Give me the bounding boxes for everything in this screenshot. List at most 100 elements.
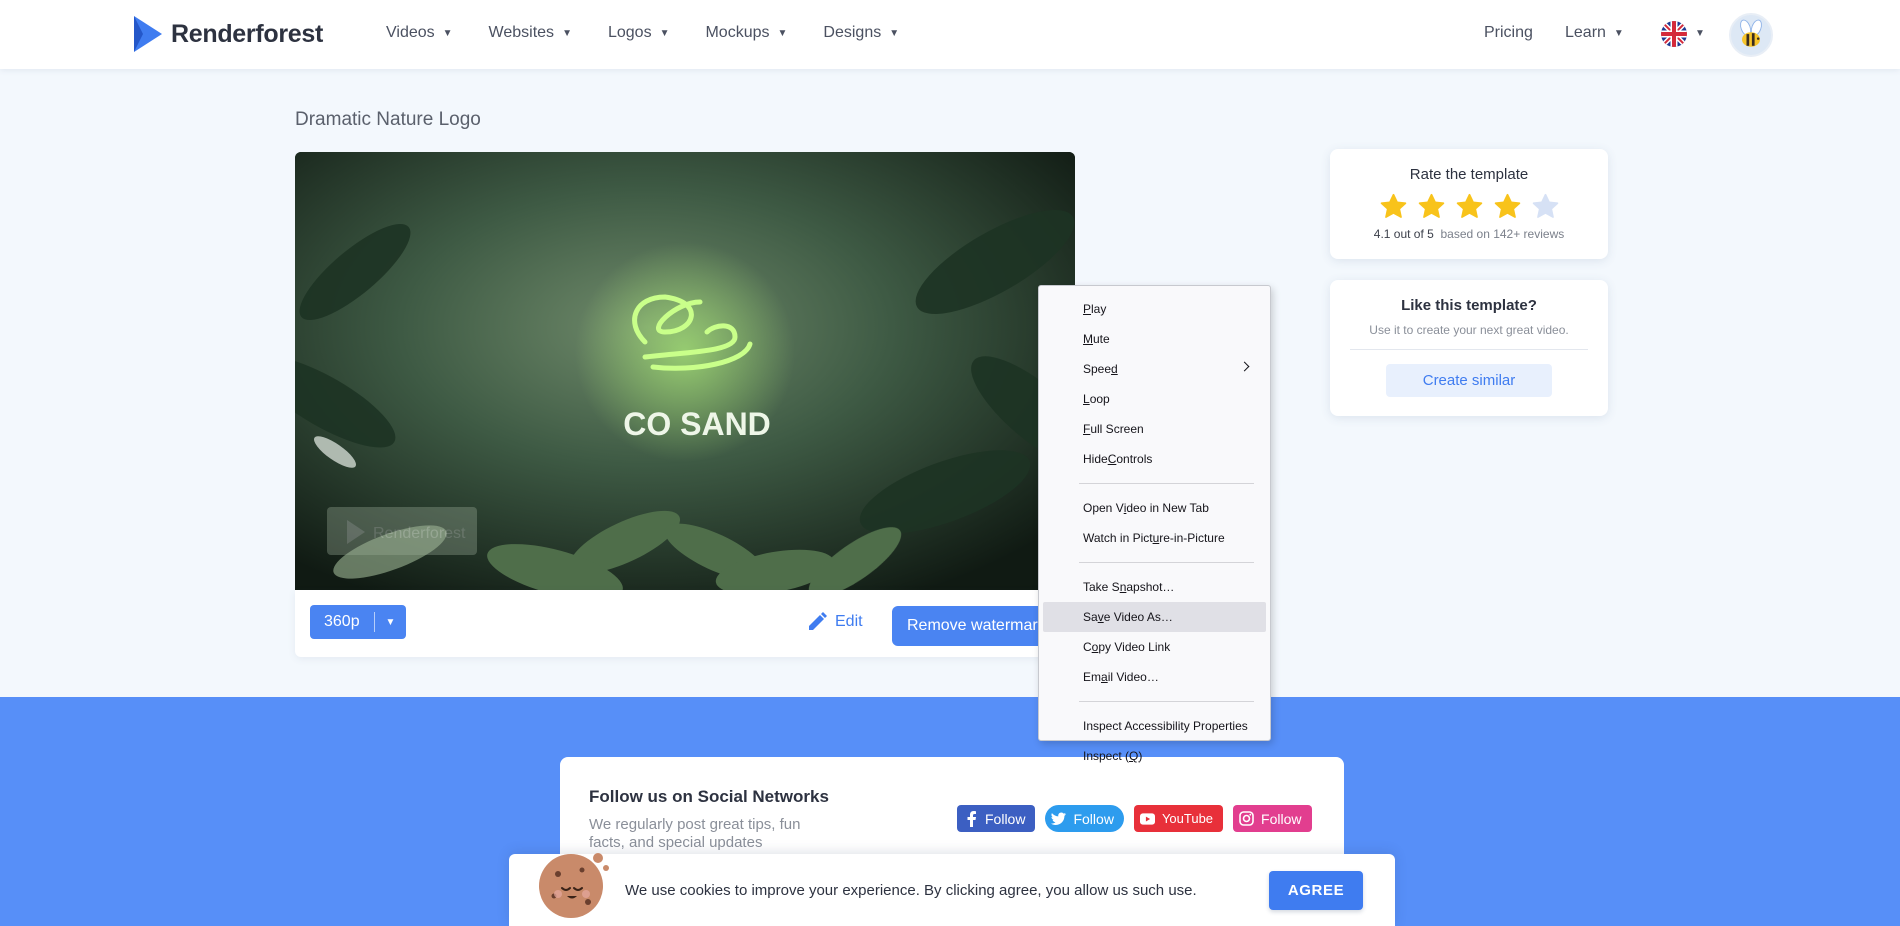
youtube-button[interactable]: YouTube — [1133, 805, 1224, 832]
like-template-card: Like this template? Use it to create you… — [1330, 280, 1608, 416]
pencil-icon — [809, 612, 827, 630]
menu-separator — [1079, 562, 1254, 563]
cookie-banner: We use cookies to improve your experienc… — [509, 853, 1395, 926]
caret-down-icon: ▼ — [889, 27, 900, 39]
star-filled-icon[interactable] — [1493, 193, 1522, 221]
brand-name: Renderforest — [171, 19, 323, 48]
menu-item-text: oop — [1089, 392, 1110, 406]
context-menu-item[interactable]: Hide Controls — [1043, 444, 1266, 474]
menu-separator — [1079, 483, 1254, 484]
youtube-icon — [1139, 811, 1155, 826]
menu-item-text: py Video Link — [1098, 640, 1171, 654]
menu-item-text: Hide — [1083, 452, 1108, 466]
card-divider — [1350, 349, 1588, 350]
video-player[interactable]: CO SAND Renderforest — [295, 152, 1075, 590]
menu-item-accesskey: C — [1107, 452, 1117, 466]
renderforest-logo[interactable]: Renderforest — [131, 14, 323, 54]
menu-item-text: Spee — [1083, 362, 1112, 376]
rating-reviews: based on 142+ reviews — [1440, 227, 1565, 241]
twitter-follow-button[interactable]: Follow — [1045, 805, 1124, 832]
menu-item-text: Watch in Pict — [1083, 531, 1153, 545]
nav-mockups[interactable]: Mockups ▼ — [705, 24, 787, 42]
cookie-icon — [539, 853, 609, 918]
menu-item-text: ute — [1093, 332, 1110, 346]
facebook-follow-button[interactable]: Follow — [957, 805, 1036, 832]
nav-websites[interactable]: Websites ▼ — [489, 24, 572, 42]
context-menu-item[interactable]: Sa v e Video As… — [1043, 602, 1266, 632]
caret-down-icon[interactable]: ▼ — [375, 617, 406, 628]
menu-item-accesskey: F — [1083, 422, 1091, 436]
quality-selector[interactable]: 360p ▼ — [310, 605, 406, 639]
context-menu-item[interactable]: Watch in Pict u re-in-Picture — [1043, 523, 1266, 553]
context-menu-item[interactable]: Co py Video Link — [1043, 632, 1266, 662]
star-rating[interactable] — [1330, 193, 1608, 221]
menu-item-accesskey: o — [1091, 640, 1099, 654]
caret-down-icon[interactable]: ▼ — [1695, 28, 1705, 39]
nav-websites-label: Websites — [488, 24, 555, 41]
context-menu-item[interactable]: Full Screen — [1043, 414, 1266, 444]
social-subtitle: We regularly post great tips, fun facts,… — [589, 816, 801, 851]
menu-item-accesskey: u — [1152, 531, 1160, 545]
menu-item-text: ull Screen — [1090, 422, 1144, 436]
context-menu-item[interactable]: Mute — [1043, 324, 1266, 354]
instagram-follow-button[interactable]: Follow — [1233, 805, 1312, 832]
agree-button[interactable]: AGREE — [1269, 871, 1363, 910]
caret-down-icon: ▼ — [777, 27, 788, 39]
context-menu-item[interactable]: Open Vi deo in New Tab — [1043, 493, 1266, 523]
quality-label: 360p — [324, 613, 360, 630]
context-menu-item[interactable]: Inspect Accessibility Properties — [1043, 711, 1266, 741]
menu-item-text: ontrols — [1116, 452, 1153, 466]
facebook-label: Follow — [985, 810, 1026, 827]
create-similar-button[interactable]: Create similar — [1386, 364, 1552, 397]
nav-designs[interactable]: Designs ▼ — [823, 24, 899, 42]
video-watermark-text: Renderforest — [373, 525, 466, 542]
context-menu-item[interactable]: Play — [1043, 294, 1266, 324]
youtube-label: YouTube — [1161, 811, 1214, 826]
page-title: Dramatic Nature Logo — [295, 109, 481, 130]
context-menu-item[interactable]: Loop — [1043, 384, 1266, 414]
uk-flag-icon[interactable] — [1661, 21, 1687, 47]
context-menu-item[interactable]: Inspect (Q) — [1043, 741, 1266, 771]
main-nav: Videos ▼ Websites ▼ Logos ▼ Mockups ▼ Design… — [386, 24, 899, 42]
top-header: Renderforest Videos ▼ Websites ▼ Logos ▼ Mo… — [0, 0, 1900, 69]
instagram-icon — [1239, 811, 1254, 826]
video-context-menu: Play Mute Spee d Loop Full Screen Hide Control… — [1038, 285, 1271, 763]
like-title: Like this template? — [1401, 297, 1537, 314]
instagram-label: Follow — [1261, 810, 1302, 827]
nav-logos[interactable]: Logos ▼ — [608, 24, 670, 42]
menu-item-accesskey: d — [1111, 362, 1118, 376]
rating-score: 4.1 out of 5 — [1373, 227, 1434, 241]
menu-item-accesskey: P — [1083, 302, 1092, 316]
rating-summary: 4.1 out of 5 based on 142+ reviews — [1330, 227, 1608, 241]
star-filled-icon[interactable] — [1455, 193, 1484, 221]
nav-videos[interactable]: Videos ▼ — [386, 24, 453, 42]
menu-item-accesskey: n — [1119, 580, 1127, 594]
facebook-icon — [963, 810, 978, 827]
social-title: Follow us on Social Networks — [589, 787, 829, 806]
video-logo-text: CO SAND — [623, 406, 771, 442]
context-menu-item[interactable]: Em a il Video… — [1043, 662, 1266, 692]
star-filled-icon[interactable] — [1379, 193, 1408, 221]
video-watermark: Renderforest — [327, 507, 477, 555]
caret-down-icon: ▼ — [659, 27, 670, 39]
menu-item-text: Open V — [1083, 501, 1124, 515]
edit-button[interactable]: Edit — [807, 612, 863, 632]
like-subtitle: Use it to create your next great video. — [1369, 323, 1569, 337]
menu-item-text: Em — [1083, 670, 1101, 684]
edit-label: Edit — [835, 613, 863, 630]
caret-down-icon: ▼ — [1613, 27, 1624, 39]
user-avatar[interactable] — [1729, 13, 1773, 57]
star-empty-icon[interactable] — [1531, 193, 1560, 221]
menu-item-accesskey: L — [1083, 392, 1090, 406]
star-filled-icon[interactable] — [1417, 193, 1446, 221]
menu-item-accesskey: Q — [1129, 749, 1139, 763]
context-menu-item[interactable]: Take Sn apshot… — [1043, 572, 1266, 602]
caret-down-icon: ▼ — [442, 27, 453, 39]
menu-item-text: Inspect Accessibility Properties — [1083, 719, 1248, 733]
menu-item-text: e Video As… — [1103, 610, 1173, 624]
menu-item-text: il Video… — [1107, 670, 1159, 684]
nav-pricing[interactable]: Pricing — [1484, 24, 1533, 42]
context-menu-item[interactable]: Spee d — [1043, 354, 1266, 384]
nav-learn[interactable]: Learn ▼ — [1565, 24, 1624, 42]
twitter-icon — [1051, 811, 1067, 826]
